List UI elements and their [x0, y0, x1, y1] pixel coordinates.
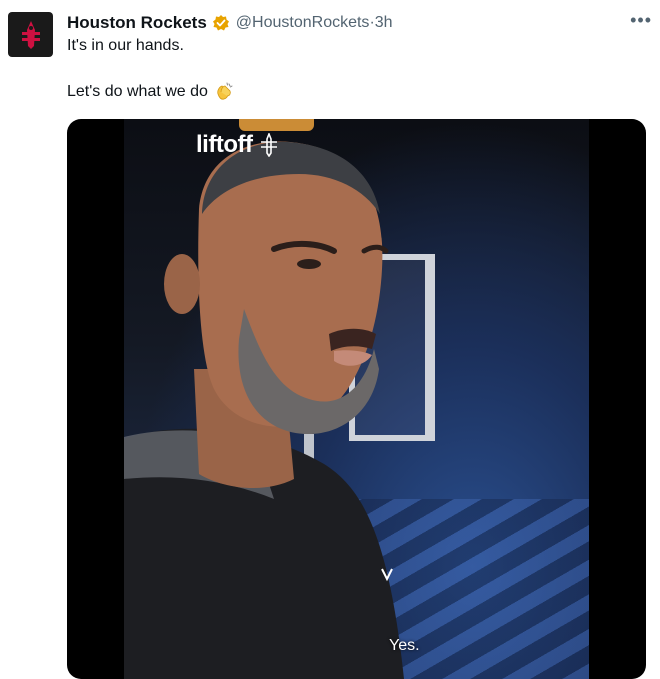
more-options-icon[interactable]: ••• — [630, 10, 652, 31]
author-name[interactable]: Houston Rockets — [67, 13, 207, 33]
video-caption: Yes. — [389, 637, 420, 654]
coach-figure — [124, 141, 404, 679]
rockets-mark-icon — [258, 133, 280, 157]
video-player[interactable]: liftoff Yes. — [67, 119, 646, 679]
tweet-text-line-1: It's in our hands. — [67, 37, 184, 54]
tweet-timestamp[interactable]: 3h — [375, 14, 393, 32]
liftoff-logo: liftoff — [196, 131, 280, 159]
tweet-text-line-2: Let's do what we do — [67, 83, 208, 100]
video-frame[interactable]: liftoff Yes. — [124, 119, 589, 679]
author-handle[interactable]: @HoustonRockets — [236, 14, 370, 32]
tweet-text-line-2-row: Let's do what we do — [67, 82, 234, 102]
liftoff-logo-text: liftoff — [196, 131, 253, 158]
rockets-logo-icon — [13, 17, 48, 52]
clapping-hands-emoji — [214, 82, 234, 102]
verified-badge-icon — [212, 14, 230, 32]
avatar[interactable] — [8, 12, 53, 57]
tweet-header: Houston Rockets @HoustonRockets · 3h — [67, 12, 640, 34]
